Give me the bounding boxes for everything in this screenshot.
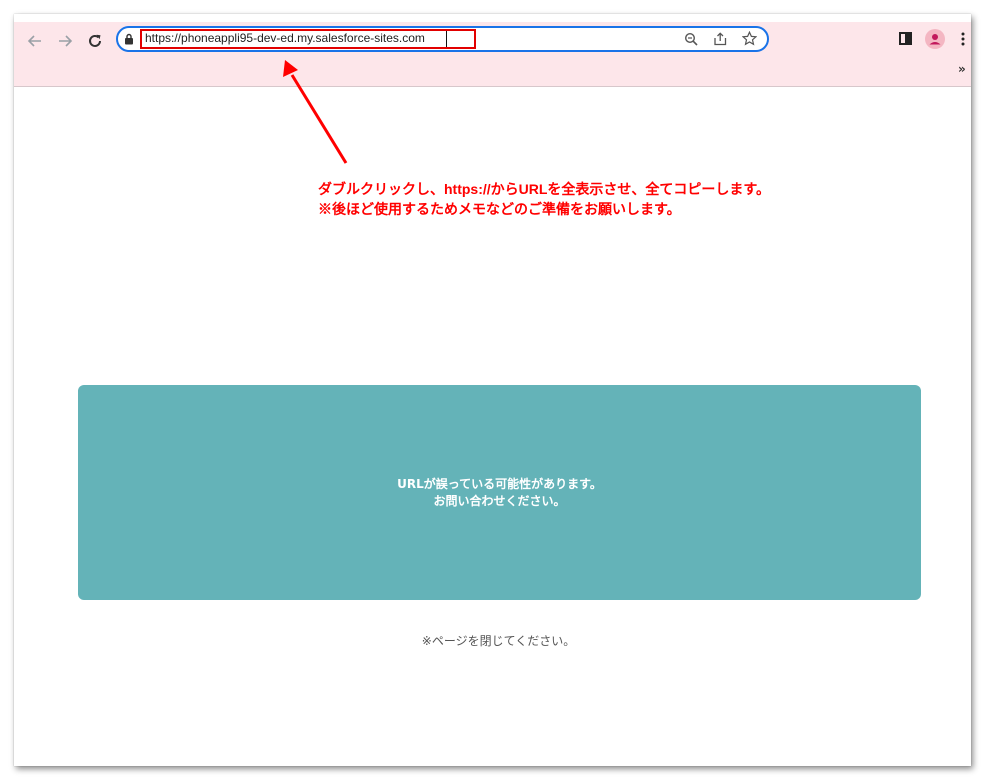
annotation-note: ダブルクリックし、https://からURLを全表示させ、全てコピーします。 ※… <box>318 179 770 219</box>
error-message-line-2: お問い合わせください。 <box>433 493 566 508</box>
error-message-line-1: URLが誤っている可能性があります。 <box>397 476 602 491</box>
close-page-note: ※ページを閉じてください。 <box>421 634 576 648</box>
error-message-card: URLが誤っている可能性があります。 お問い合わせください。 <box>78 385 921 600</box>
annotation-line-1: ダブルクリックし、https://からURLを全表示させ、全てコピーします。 <box>318 181 771 197</box>
annotation-line-2: ※後ほど使用するためメモなどのご準備をお願いします。 <box>318 201 681 217</box>
